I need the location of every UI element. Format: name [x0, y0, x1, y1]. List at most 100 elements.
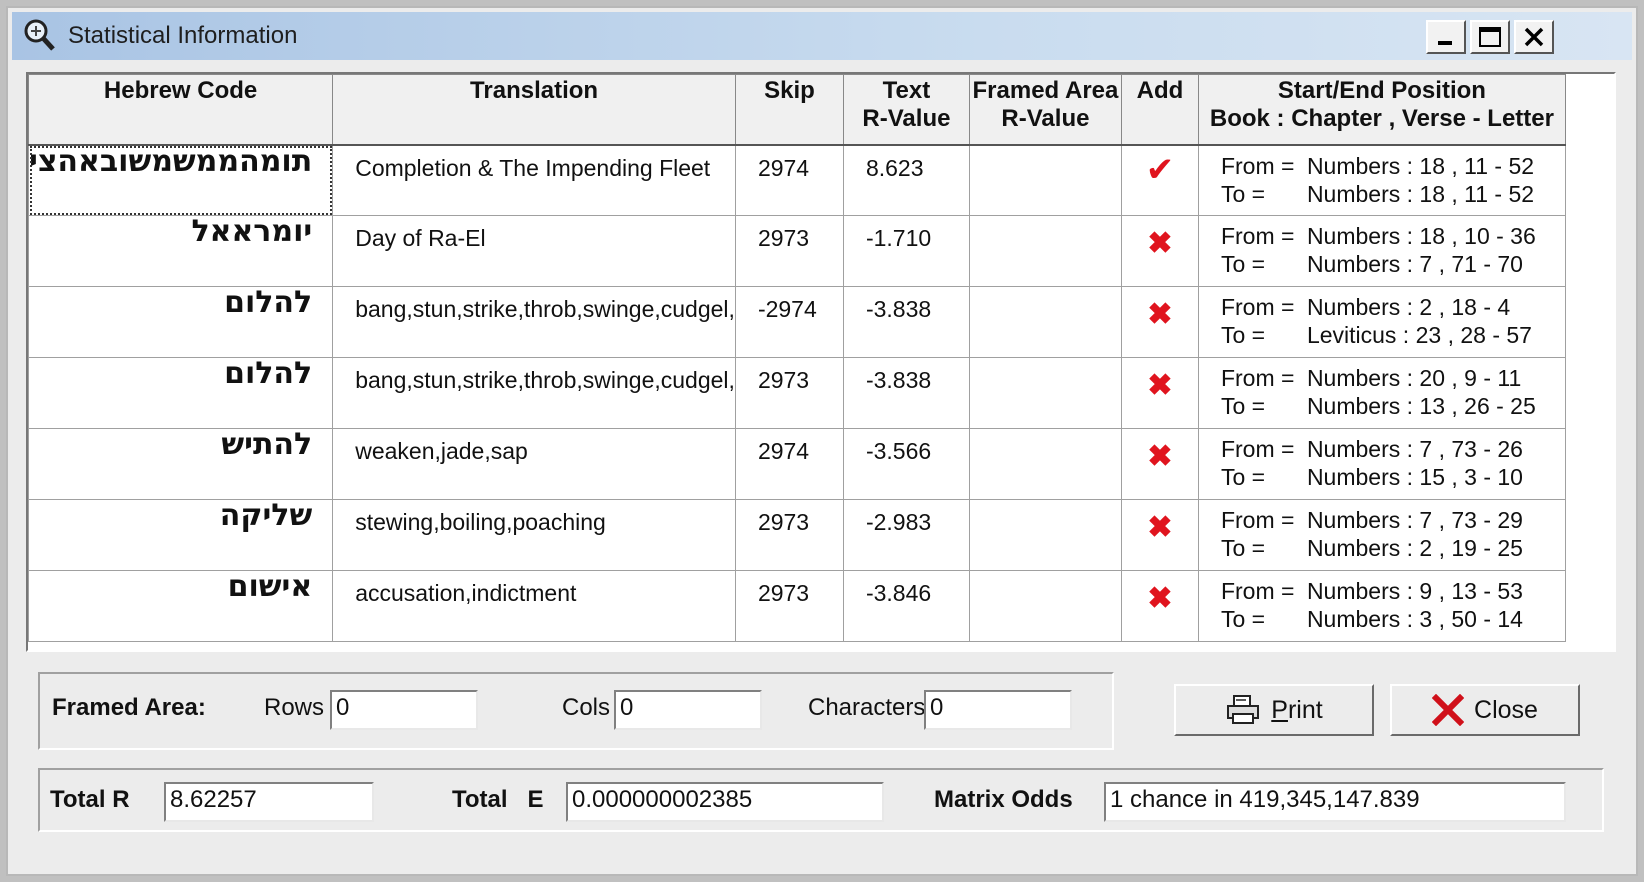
printer-icon	[1227, 695, 1260, 724]
col-header-position[interactable]: Start/End Position Book : Chapter , Verse…	[1197, 74, 1566, 146]
col-header-skip[interactable]: Skip	[734, 74, 844, 146]
skip-cell[interactable]: -2974	[734, 286, 844, 358]
skip-cell[interactable]: 2973	[734, 499, 844, 571]
framed-r-value-cell[interactable]	[968, 215, 1122, 287]
text-r-value-cell[interactable]: 8.623	[842, 144, 970, 216]
framed-r-value-cell[interactable]	[968, 499, 1122, 571]
translation-cell[interactable]: bang,stun,strike,throb,swinge,cudgel,	[332, 357, 736, 429]
add-cell[interactable]: ✖	[1120, 357, 1199, 429]
position-cell[interactable]: From = Numbers : 7 , 73 - 26 To = Numbers :…	[1197, 428, 1566, 500]
hebrew-code-cell[interactable]: להלום	[27, 286, 334, 358]
table-row[interactable]: להתיש weaken,jade,sap 2974 -3.566 ✖ From = Num…	[27, 428, 1566, 500]
position-cell[interactable]: From = Numbers : 18 , 10 - 36 To = Numbers …	[1197, 215, 1566, 287]
skip-cell[interactable]: 2974	[734, 428, 844, 500]
totals-group: Total R 8.62257 Total E 0.000000002385 M…	[38, 768, 1604, 832]
framed-r-value-cell[interactable]	[968, 144, 1122, 216]
add-cell[interactable]: ✖	[1120, 215, 1199, 287]
add-cell[interactable]: ✖	[1120, 428, 1199, 500]
total-e-field[interactable]: 0.000000002385	[566, 782, 884, 822]
minimize-button[interactable]	[1426, 20, 1466, 54]
translation-cell[interactable]: accusation,indictment	[332, 570, 736, 642]
cross-icon[interactable]: ✖	[1147, 582, 1172, 615]
cross-icon[interactable]: ✖	[1147, 440, 1172, 473]
matrix-odds-field[interactable]: 1 chance in 419,345,147.839	[1104, 782, 1566, 822]
add-cell[interactable]: ✖	[1120, 570, 1199, 642]
col-header-translation[interactable]: Translation	[332, 74, 736, 146]
print-button[interactable]: Print	[1174, 684, 1374, 736]
rows-field[interactable]: 0	[330, 690, 478, 730]
position-cell[interactable]: From = Numbers : 20 , 9 - 11 To = Numbers :…	[1197, 357, 1566, 429]
cross-icon[interactable]: ✖	[1147, 369, 1172, 402]
hebrew-code-cell[interactable]: להתיש	[27, 428, 334, 500]
to-value: Numbers : 13 , 26 - 25	[1306, 393, 1536, 419]
hebrew-code-cell[interactable]: שליקה	[27, 499, 334, 571]
text-r-value-cell[interactable]: -3.566	[842, 428, 970, 500]
skip-cell[interactable]: 2974	[734, 144, 844, 216]
maximize-button[interactable]	[1470, 20, 1510, 54]
position-cell[interactable]: From = Numbers : 7 , 73 - 29 To = Numbers :…	[1197, 499, 1566, 571]
add-cell[interactable]: ✖	[1120, 499, 1199, 571]
col-header-text-r-value[interactable]: Text R-Value	[842, 74, 970, 146]
to-label: To =	[1220, 393, 1266, 419]
translation-cell[interactable]: Day of Ra-El	[332, 215, 736, 287]
framed-r-value-cell[interactable]	[968, 286, 1122, 358]
cols-field[interactable]: 0	[614, 690, 762, 730]
hebrew-code-cell[interactable]: להלום	[27, 357, 334, 429]
text-r-value-cell[interactable]: -2.983	[842, 499, 970, 571]
results-grid[interactable]: Hebrew Code Translation Skip Text R-Value…	[26, 72, 1616, 652]
col-header-add[interactable]: Add	[1120, 74, 1199, 146]
position-cell[interactable]: From = Numbers : 18 , 11 - 52 To = Numbers …	[1197, 144, 1566, 216]
skip-cell[interactable]: 2973	[734, 570, 844, 642]
translation-cell[interactable]: weaken,jade,sap	[332, 428, 736, 500]
translation-cell[interactable]: Completion & The Impending Fleet	[332, 144, 736, 216]
total-r-field[interactable]: 8.62257	[164, 782, 374, 822]
col-header-framed-area-r-value[interactable]: Framed Area R-Value	[968, 74, 1122, 146]
translation-cell[interactable]: stewing,boiling,poaching	[332, 499, 736, 571]
table-row[interactable]: שליקה stewing,boiling,poaching 2973 -2.983 ✖…	[27, 499, 1566, 571]
from-label: From =	[1220, 152, 1295, 179]
characters-field[interactable]: 0	[924, 690, 1072, 730]
close-window-button[interactable]	[1514, 20, 1554, 54]
cross-icon[interactable]: ✖	[1147, 227, 1172, 260]
text-r-value-cell[interactable]: -3.838	[842, 286, 970, 358]
framed-r-value-cell[interactable]	[968, 570, 1122, 642]
magnifier-icon	[24, 19, 55, 51]
position-cell[interactable]: From = Numbers : 9 , 13 - 53 To = Numbers :…	[1197, 570, 1566, 642]
maximize-icon	[1479, 27, 1501, 47]
close-button[interactable]: Close	[1390, 684, 1580, 736]
col-header-hebrew-code[interactable]: Hebrew Code	[27, 74, 334, 146]
results-table: Hebrew Code Translation Skip Text R-Value…	[27, 74, 1566, 642]
to-value: Numbers : 2 , 19 - 25	[1306, 535, 1523, 561]
table-row[interactable]: להלום bang,stun,strike,throb,swinge,cudge…	[27, 357, 1566, 429]
skip-cell[interactable]: 2973	[734, 215, 844, 287]
hebrew-code-cell[interactable]: אישום	[27, 570, 334, 642]
cross-icon[interactable]: ✖	[1147, 298, 1172, 331]
table-row[interactable]: להלום bang,stun,strike,throb,swinge,cudge…	[27, 286, 1566, 358]
table-row[interactable]: אישום accusation,indictment 2973 -3.846 ✖ Fro…	[27, 570, 1566, 642]
add-cell[interactable]: ✔	[1120, 144, 1199, 216]
text-r-value-cell[interactable]: -3.846	[842, 570, 970, 642]
to-value: Numbers : 18 , 11 - 52	[1306, 180, 1535, 207]
cross-icon[interactable]: ✖	[1147, 511, 1172, 544]
window-title: Statistical Information	[68, 22, 298, 49]
skip-cell[interactable]: 2973	[734, 357, 844, 429]
position-cell[interactable]: From = Numbers : 2 , 18 - 4 To = Leviticus …	[1197, 286, 1566, 358]
framed-r-value-cell[interactable]	[968, 428, 1122, 500]
table-row[interactable]: יומראאל Day of Ra-El 2973 -1.710 ✖ From = Numb…	[27, 215, 1566, 287]
framed-area-group: Framed Area: Rows 0 Cols 0 Characters 0	[38, 672, 1114, 750]
framed-r-value-cell[interactable]	[968, 357, 1122, 429]
table-row[interactable]: תומהממשמשובאהצי Completion & The Impendin…	[27, 144, 1566, 216]
title-bar[interactable]: Statistical Information	[12, 12, 1632, 60]
hebrew-code-cell[interactable]: תומהממשמשובאהצי	[27, 144, 334, 216]
cols-label: Cols	[562, 694, 611, 721]
add-cell[interactable]: ✖	[1120, 286, 1199, 358]
check-icon[interactable]: ✔	[1146, 151, 1175, 189]
hebrew-code-cell[interactable]: יומראאל	[27, 215, 334, 287]
to-value: Numbers : 15 , 3 - 10	[1306, 464, 1523, 490]
text-r-value-cell[interactable]: -3.838	[842, 357, 970, 429]
text-r-value-cell[interactable]: -1.710	[842, 215, 970, 287]
to-value: Numbers : 3 , 50 - 14	[1306, 606, 1523, 632]
from-value: Numbers : 18 , 11 - 52	[1306, 152, 1535, 179]
statistical-information-window: Statistical Information Hebrew Code Tran…	[6, 6, 1638, 876]
translation-cell[interactable]: bang,stun,strike,throb,swinge,cudgel,	[332, 286, 736, 358]
